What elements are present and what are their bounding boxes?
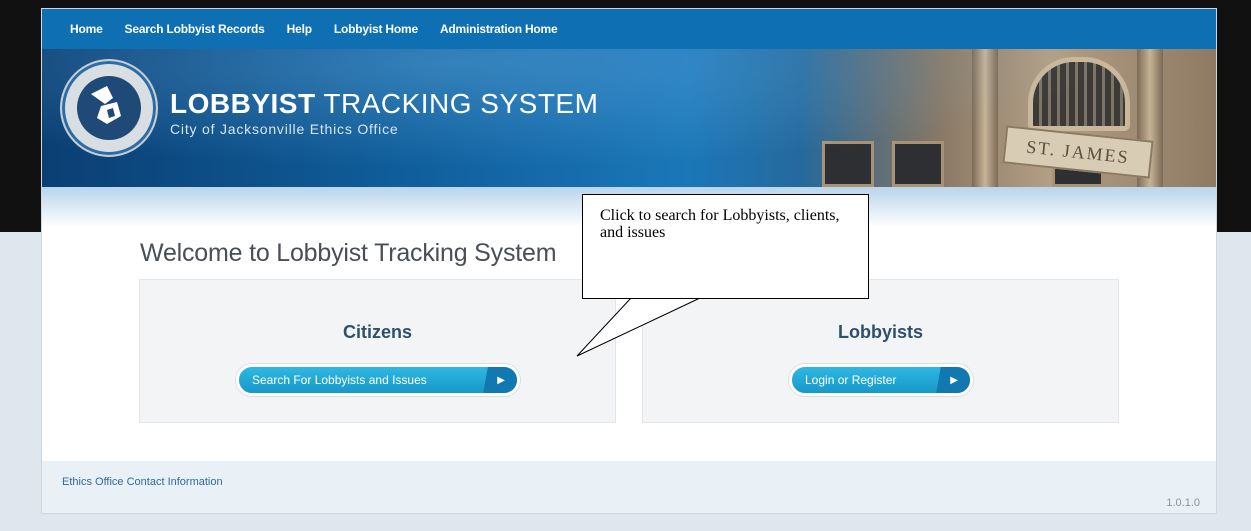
annotation-callout: Click to search for Lobbyists, clients, … — [582, 194, 869, 299]
